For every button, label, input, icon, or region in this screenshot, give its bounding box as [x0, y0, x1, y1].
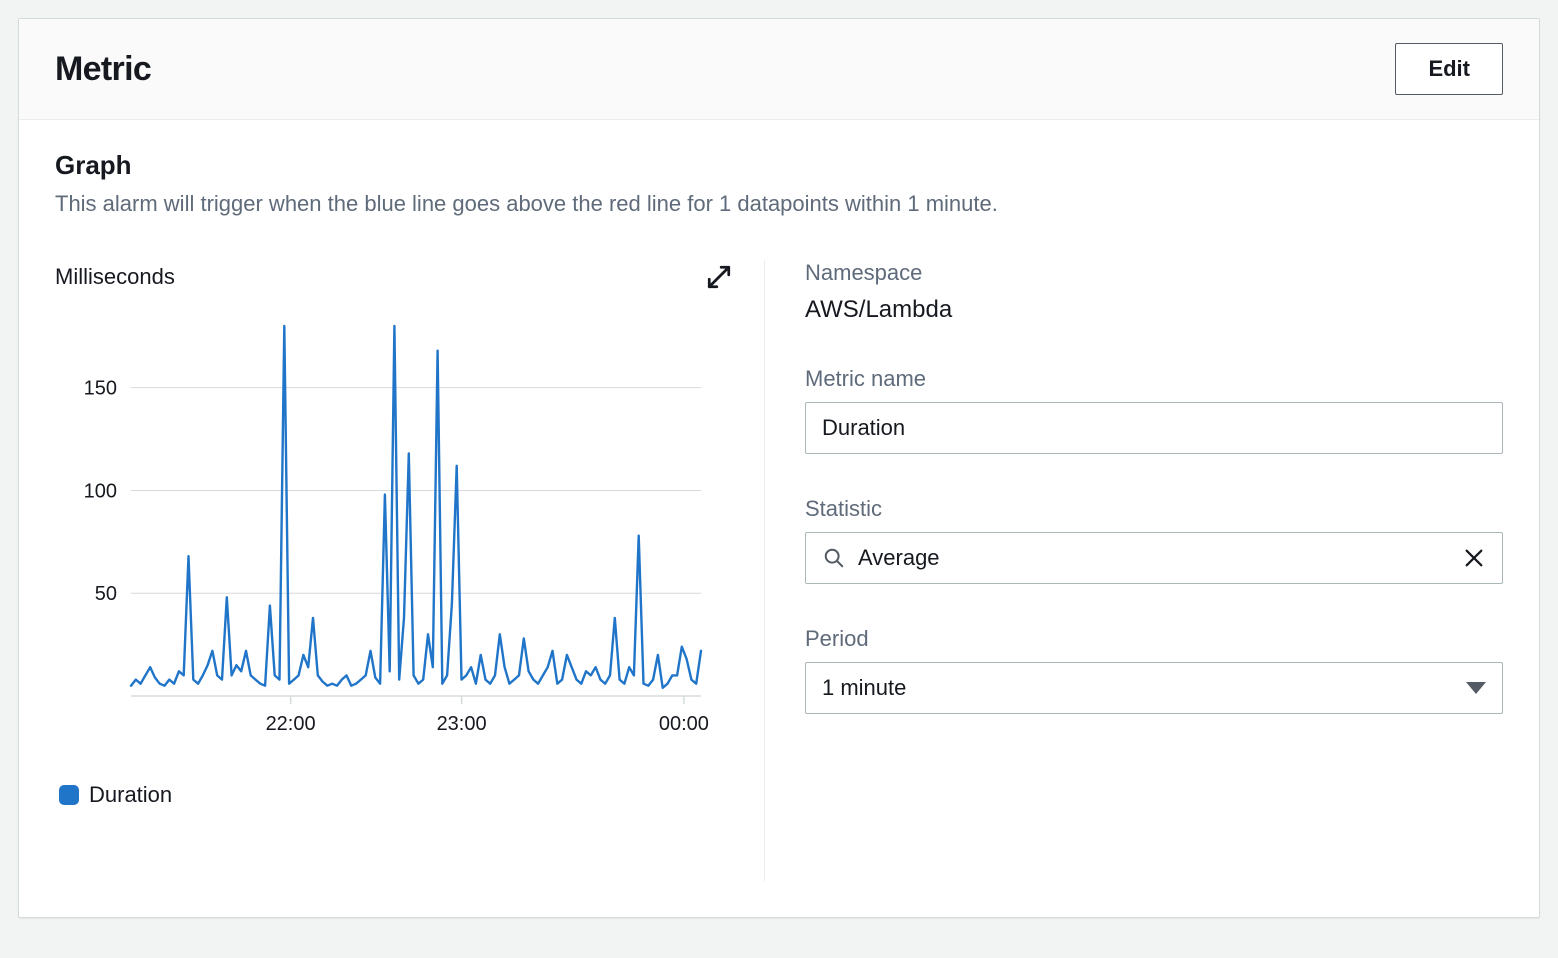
- namespace-label: Namespace: [805, 260, 1503, 286]
- svg-text:150: 150: [84, 378, 117, 400]
- details-column: Namespace AWS/Lambda Metric name Statist…: [795, 260, 1503, 881]
- y-axis-unit-label: Milliseconds: [55, 264, 175, 290]
- svg-text:50: 50: [95, 583, 117, 605]
- metric-name-input[interactable]: [822, 415, 1486, 441]
- metric-panel: Metric Edit Graph This alarm will trigge…: [18, 18, 1540, 918]
- duration-line-chart: 50 100 150 22:00 23:00 00:00: [61, 306, 711, 746]
- search-icon: [822, 546, 846, 570]
- edit-button[interactable]: Edit: [1395, 43, 1503, 95]
- close-icon: [1463, 547, 1485, 569]
- period-label: Period: [805, 626, 1503, 652]
- period-value: 1 minute: [822, 675, 1466, 701]
- chart-container: 50 100 150 22:00 23:00 00:00: [61, 306, 711, 746]
- namespace-field: Namespace AWS/Lambda: [805, 260, 1503, 324]
- expand-chart-button[interactable]: [704, 262, 734, 292]
- graph-section-title: Graph: [55, 150, 1503, 181]
- chevron-down-icon: [1466, 682, 1486, 694]
- metric-name-label: Metric name: [805, 366, 1503, 392]
- content-columns: Milliseconds 50 100 150 22:00 23:00 00:00 Dur…: [55, 260, 1503, 881]
- period-field: Period 1 minute: [805, 626, 1503, 714]
- panel-title: Metric: [55, 50, 151, 89]
- chart-column: Milliseconds 50 100 150 22:00 23:00 00:00 Dur…: [55, 260, 765, 881]
- statistic-input[interactable]: [858, 545, 1450, 571]
- metric-name-field: Metric name: [805, 366, 1503, 454]
- graph-description: This alarm will trigger when the blue li…: [55, 187, 1503, 220]
- svg-text:100: 100: [84, 480, 117, 502]
- legend-swatch-duration: [59, 785, 79, 805]
- svg-text:23:00: 23:00: [437, 713, 487, 735]
- expand-icon: [706, 264, 732, 290]
- metric-name-input-wrap: [805, 402, 1503, 454]
- statistic-label: Statistic: [805, 496, 1503, 522]
- period-select[interactable]: 1 minute: [805, 662, 1503, 714]
- statistic-combobox[interactable]: [805, 532, 1503, 584]
- legend-label-duration: Duration: [89, 782, 172, 808]
- panel-header: Metric Edit: [19, 19, 1539, 120]
- svg-text:00:00: 00:00: [659, 713, 709, 735]
- chart-legend: Duration: [59, 782, 734, 808]
- chart-top-bar: Milliseconds: [55, 262, 734, 292]
- namespace-value: AWS/Lambda: [805, 296, 1503, 324]
- panel-body: Graph This alarm will trigger when the b…: [19, 120, 1539, 917]
- clear-statistic-button[interactable]: [1462, 546, 1486, 570]
- svg-text:22:00: 22:00: [266, 713, 316, 735]
- statistic-field: Statistic: [805, 496, 1503, 584]
